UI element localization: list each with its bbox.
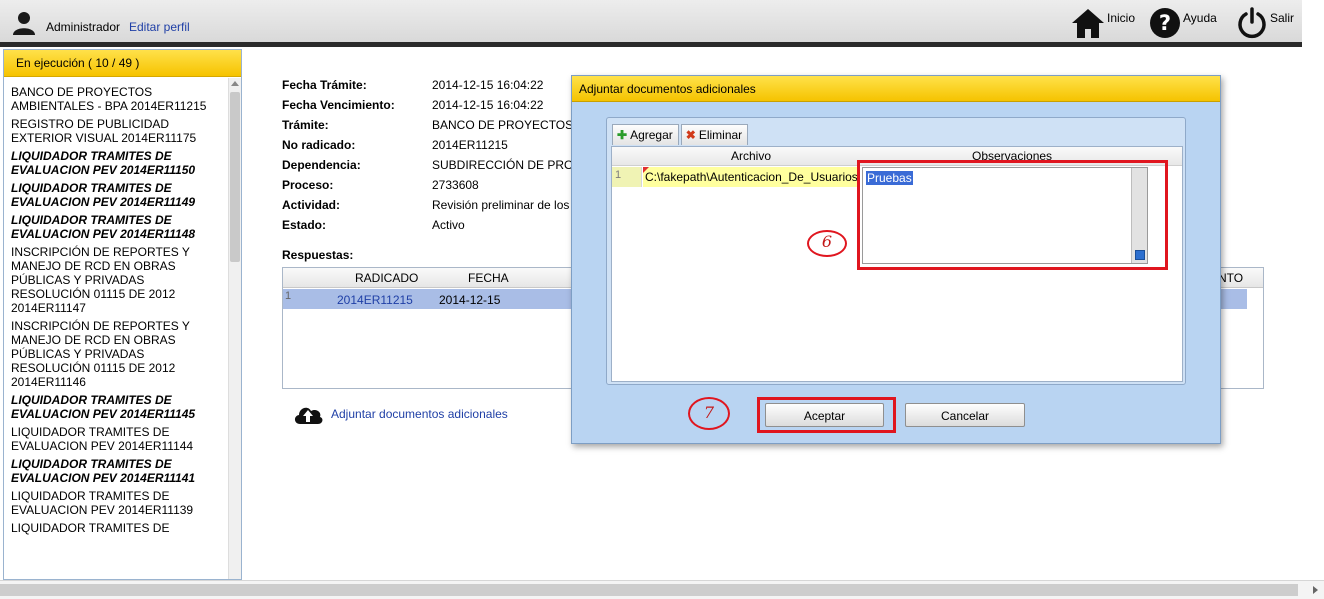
nav-help-button[interactable]: ? Ayuda	[1149, 6, 1217, 40]
annotation-box-accept	[757, 397, 896, 433]
col-archivo[interactable]: Archivo	[731, 149, 771, 163]
sidebar-item[interactable]: LIQUIDADOR TRAMITES DE EVALUACION PEV 20…	[4, 487, 226, 519]
edit-profile-link[interactable]: Editar perfil	[129, 20, 190, 34]
sidebar-item[interactable]: INSCRIPCIÓN DE REPORTES Y MANEJO DE RCD …	[4, 243, 226, 317]
scroll-right-icon[interactable]	[1313, 586, 1318, 594]
delete-icon: ✖	[685, 128, 696, 142]
col-fecha[interactable]: FECHA	[468, 271, 509, 285]
home-icon	[1072, 9, 1104, 38]
sidebar-item[interactable]: BANCO DE PROYECTOS AMBIENTALES - BPA 201…	[4, 83, 226, 115]
sidebar-item[interactable]: LIQUIDADOR TRAMITES DE EVALUACION PEV 20…	[4, 211, 226, 243]
attach-documents-link[interactable]: Adjuntar documentos adicionales	[292, 403, 508, 425]
help-icon: ?	[1150, 8, 1180, 38]
annotation-step-6: 6	[807, 230, 847, 257]
estado-value: Activo	[432, 218, 465, 232]
horizontal-scrollbar[interactable]	[0, 580, 1324, 599]
top-bar: Administrador Editar perfil Inicio ? Ayu…	[0, 0, 1302, 42]
scrollbar-thumb[interactable]	[230, 92, 240, 262]
attach-documents-label: Adjuntar documentos adicionales	[331, 407, 508, 421]
sidebar-item[interactable]: LIQUIDADOR TRAMITES DE EVALUACION PEV 20…	[4, 179, 226, 211]
nav-exit-label: Salir	[1270, 11, 1295, 25]
sidebar-item[interactable]: REGISTRO DE PUBLICIDAD EXTERIOR VISUAL 2…	[4, 115, 226, 147]
tramite-value: BANCO DE PROYECTOS	[432, 118, 574, 132]
plus-icon: ✚	[617, 128, 628, 142]
horizontal-scrollbar-thumb[interactable]	[0, 584, 1298, 596]
actividad-label: Actividad:	[282, 198, 341, 212]
sidebar-item[interactable]: LIQUIDADOR TRAMITES DE	[4, 519, 226, 537]
respuestas-label: Respuestas:	[282, 248, 354, 262]
delete-document-label: Eliminar	[698, 128, 743, 142]
tramite-label: Trámite:	[282, 118, 329, 132]
power-icon	[1238, 7, 1266, 39]
fecha-tramite-label: Fecha Trámite:	[282, 78, 367, 92]
radicado-value: 2014ER11215	[432, 138, 508, 152]
documents-toolbar: ✚ Agregar ✖ Eliminar	[612, 124, 750, 145]
fecha-vencimiento-value: 2014-12-15 16:04:22	[432, 98, 544, 112]
row-fecha: 2014-12-15	[439, 293, 501, 307]
add-document-label: Agregar	[630, 128, 673, 142]
user-icon	[13, 12, 35, 35]
sidebar-item[interactable]: LIQUIDADOR TRAMITES DE EVALUACION PEV 20…	[4, 423, 226, 455]
sidebar-item[interactable]: LIQUIDADOR TRAMITES DE EVALUACION PEV 20…	[4, 455, 226, 487]
dependencia-value: SUBDIRECCIÓN DE PROC	[432, 158, 583, 172]
nav-exit-button[interactable]: Salir	[1236, 6, 1294, 40]
sidebar-item[interactable]: LIQUIDADOR TRAMITES DE EVALUACION PEV 20…	[4, 391, 226, 423]
fecha-vencimiento-label: Fecha Vencimiento:	[282, 98, 395, 112]
sidebar: En ejecución ( 10 / 49 ) BANCO DE PROYEC…	[3, 49, 242, 580]
cloud-upload-icon	[294, 407, 323, 424]
col-radicado[interactable]: RADICADO	[355, 271, 418, 285]
fecha-tramite-value: 2014-12-15 16:04:22	[432, 78, 544, 92]
proceso-value: 2733608	[432, 178, 479, 192]
file-path-cell[interactable]: C:\fakepath\Autenticacion_De_Usuarios	[643, 167, 858, 187]
dependencia-label: Dependencia:	[282, 158, 361, 172]
row-number: 1	[285, 290, 292, 302]
cancel-button[interactable]: Cancelar	[905, 403, 1025, 427]
actividad-value: Revisión preliminar de los	[432, 198, 570, 212]
sidebar-item[interactable]: LIQUIDADOR TRAMITES DE EVALUACION PEV 20…	[4, 147, 226, 179]
dialog-title[interactable]: Adjuntar documentos adicionales	[572, 76, 1220, 102]
user-name: Administrador	[46, 20, 121, 34]
annotation-step-7: 7	[688, 397, 730, 430]
estado-label: Estado:	[282, 218, 327, 232]
annotation-box-observations	[857, 160, 1168, 270]
nav-home-button[interactable]: Inicio	[1071, 6, 1135, 40]
nav-help-label: Ayuda	[1183, 11, 1217, 25]
task-list: BANCO DE PROYECTOS AMBIENTALES - BPA 201…	[4, 83, 226, 537]
row-radicado-link[interactable]: 2014ER11215	[337, 293, 413, 307]
sidebar-header[interactable]: En ejecución ( 10 / 49 )	[4, 50, 241, 77]
radicado-label: No radicado:	[282, 138, 356, 152]
header-divider	[0, 42, 1302, 47]
proceso-label: Proceso:	[282, 178, 334, 192]
col-right[interactable]: NTO	[1218, 271, 1243, 285]
nav-home-label: Inicio	[1107, 11, 1136, 25]
sidebar-item[interactable]: INSCRIPCIÓN DE REPORTES Y MANEJO DE RCD …	[4, 317, 226, 391]
sidebar-scrollbar[interactable]	[228, 78, 241, 579]
row-number: 1	[612, 167, 642, 187]
delete-document-button[interactable]: ✖ Eliminar	[680, 124, 749, 145]
svg-text:?: ?	[1159, 11, 1171, 35]
scroll-up-icon[interactable]	[231, 81, 239, 86]
add-document-button[interactable]: ✚ Agregar	[612, 124, 679, 145]
